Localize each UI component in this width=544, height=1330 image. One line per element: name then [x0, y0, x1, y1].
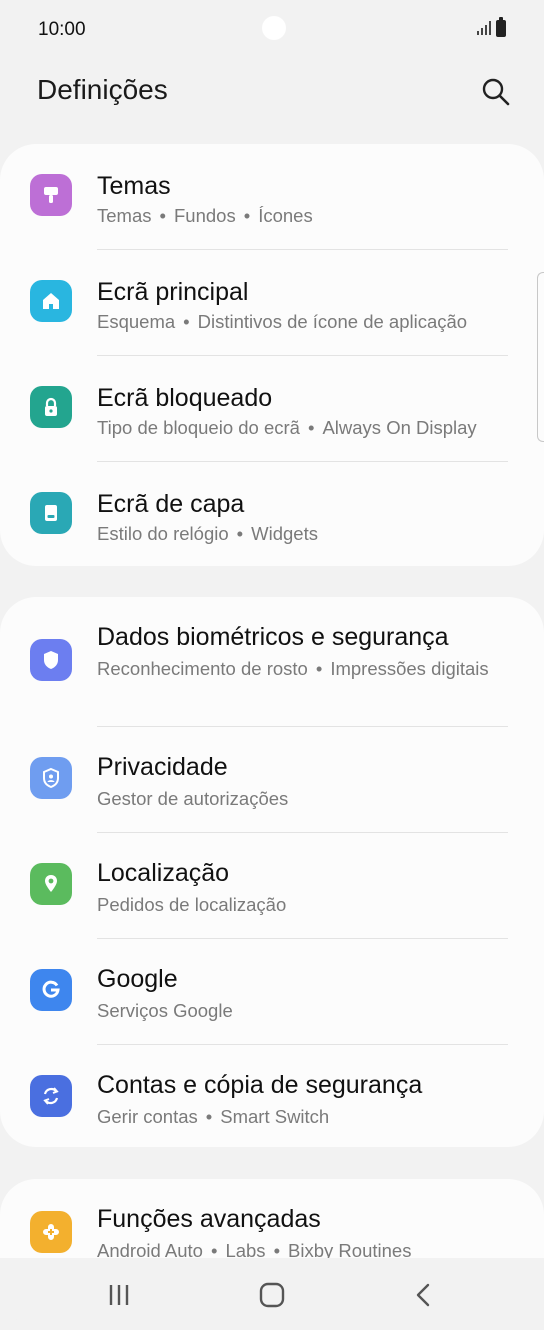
themes-label: Temas — [97, 172, 171, 200]
google-label: Google — [97, 965, 178, 993]
settings-item-location[interactable]: Localização Pedidos de localização — [0, 833, 544, 938]
biometrics-subtitle: Reconhecimento de rosto • Impressões digit… — [97, 658, 489, 679]
cover-screen-label: Ecrã de capa — [97, 490, 245, 518]
advanced-features-icon — [30, 1211, 72, 1253]
advanced-features-label: Funções avançadas — [97, 1205, 321, 1233]
settings-screen: 10:00 Definições Temas Temas • Fundos • Ícon… — [0, 0, 544, 1330]
battery-icon — [496, 17, 506, 37]
lock-icon — [30, 386, 72, 428]
settings-group-display: Temas Temas • Fundos • Ícones Ecrã principal… — [0, 144, 544, 566]
cover-screen-icon — [30, 492, 72, 534]
status-time: 10:00 — [38, 19, 86, 40]
navigation-bar — [0, 1258, 544, 1330]
settings-item-accounts-backup[interactable]: Contas e cópia de segurança Gerir contas… — [0, 1045, 544, 1147]
themes-icon — [30, 174, 72, 216]
themes-subtitle: Temas • Fundos • Ícones — [97, 205, 313, 226]
biometrics-label: Dados biométricos e segurança — [97, 623, 449, 651]
accounts-backup-subtitle: Gerir contas • Smart Switch — [97, 1106, 330, 1127]
settings-item-themes[interactable]: Temas Temas • Fundos • Ícones — [0, 144, 544, 250]
privacy-shield-icon — [30, 757, 72, 799]
settings-item-cover-screen[interactable]: Ecrã de capa Estilo do relógio • Widgets — [0, 462, 544, 566]
google-subtitle: Serviços Google — [97, 1000, 233, 1021]
privacy-subtitle: Gestor de autorizações — [97, 788, 289, 809]
home-screen-subtitle: Esquema • Distintivos de ícone de aplicaçã… — [97, 311, 468, 332]
recent-apps-icon[interactable] — [105, 1282, 135, 1308]
accounts-backup-label: Contas e cópia de segurança — [97, 1071, 423, 1099]
status-bar: 10:00 — [0, 0, 544, 60]
cover-screen-subtitle: Estilo do relógio • Widgets — [97, 523, 318, 544]
lock-screen-subtitle: Tipo de bloqueio do ecrã • Always On Displ… — [97, 417, 477, 438]
location-pin-icon — [30, 863, 72, 905]
location-subtitle: Pedidos de localização — [97, 894, 287, 915]
front-camera — [262, 16, 286, 40]
signal-icon — [477, 21, 491, 35]
privacy-label: Privacidade — [97, 753, 228, 781]
settings-item-home-screen[interactable]: Ecrã principal Esquema • Distintivos de íc… — [0, 250, 544, 356]
settings-group-security: Dados biométricos e segurança Reconhecim… — [0, 597, 544, 1147]
google-icon — [30, 969, 72, 1011]
settings-group-advanced: Funções avançadas Android Auto • Labs • Bixb… — [0, 1179, 544, 1259]
location-label: Localização — [97, 859, 230, 887]
page-title: Definições — [37, 74, 168, 105]
advanced-features-subtitle: Android Auto • Labs • Bixby Routines — [97, 1240, 412, 1259]
home-button-icon[interactable] — [257, 1282, 287, 1308]
search-icon[interactable] — [480, 76, 512, 108]
settings-item-lock-screen[interactable]: Ecrã bloqueado Tipo de bloqueio do ecrã •… — [0, 356, 544, 462]
sync-icon — [30, 1075, 72, 1117]
settings-item-google[interactable]: Google Serviços Google — [0, 939, 544, 1044]
settings-item-biometrics[interactable]: Dados biométricos e segurança Reconhecim… — [0, 597, 544, 726]
scrollbar[interactable] — [537, 272, 544, 442]
back-icon[interactable] — [410, 1282, 440, 1308]
shield-icon — [30, 639, 72, 681]
settings-item-privacy[interactable]: Privacidade Gestor de autorizações — [0, 727, 544, 832]
lock-screen-label: Ecrã bloqueado — [97, 384, 273, 412]
settings-item-advanced-features[interactable]: Funções avançadas Android Auto • Labs • Bixb… — [0, 1179, 544, 1259]
home-icon — [30, 280, 72, 322]
home-screen-label: Ecrã principal — [97, 278, 249, 306]
